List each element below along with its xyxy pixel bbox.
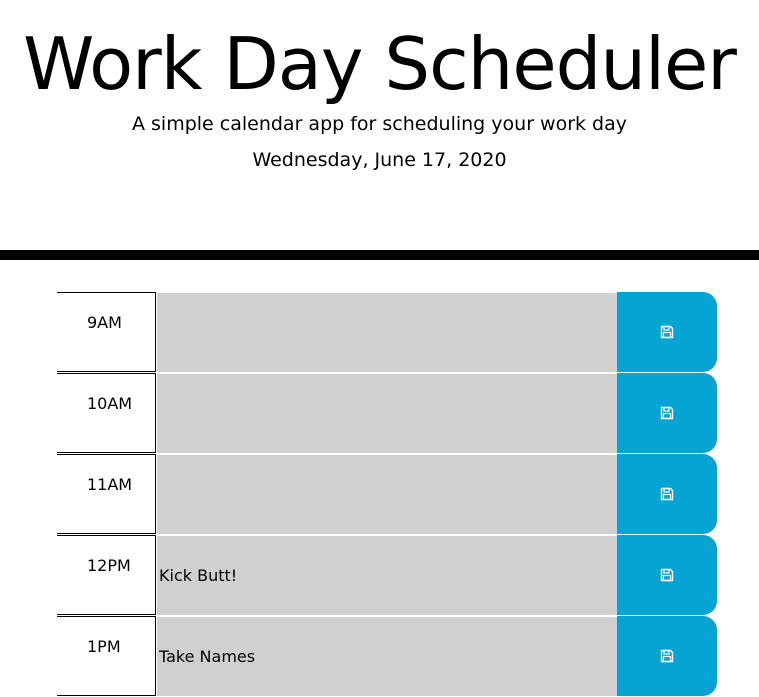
time-block-row: 11AM (57, 454, 717, 534)
hour-cell: 10AM (57, 373, 156, 453)
time-block-row: 9AM (57, 292, 717, 372)
save-button[interactable] (617, 454, 717, 534)
save-button[interactable] (617, 535, 717, 615)
time-block-row: 1PM Take Names (57, 616, 717, 696)
hour-cell: 9AM (57, 292, 156, 372)
page-subtitle: A simple calendar app for scheduling you… (131, 113, 628, 135)
task-textarea[interactable]: Kick Butt! (157, 535, 617, 615)
save-icon (660, 649, 674, 663)
save-icon (660, 325, 674, 339)
hour-label: 10AM (87, 394, 133, 413)
task-textarea[interactable] (157, 292, 617, 372)
hour-label: 11AM (87, 475, 133, 494)
save-button[interactable] (617, 292, 717, 372)
hour-label: 1PM (87, 637, 121, 656)
header-divider (0, 250, 759, 260)
save-icon (660, 568, 674, 582)
task-text: Take Names (159, 647, 256, 666)
task-textarea[interactable] (157, 373, 617, 453)
jumbotron-header: Work Day Scheduler A simple calendar app… (0, 0, 759, 250)
task-text: Kick Butt! (159, 566, 238, 585)
task-textarea[interactable]: Take Names (157, 616, 617, 696)
save-icon (660, 487, 674, 501)
hour-cell: 1PM (57, 616, 156, 696)
save-icon (660, 406, 674, 420)
time-block-row: 10AM (57, 373, 717, 453)
schedule-container: 9AM 10AM 11AM 12PM Kick Butt! 1PM Take N… (57, 292, 717, 697)
hour-label: 12PM (87, 556, 131, 575)
task-textarea[interactable] (157, 454, 617, 534)
hour-cell: 12PM (57, 535, 156, 615)
save-button[interactable] (617, 616, 717, 696)
hour-label: 9AM (87, 313, 122, 332)
page-title: Work Day Scheduler (23, 22, 737, 106)
hour-cell: 11AM (57, 454, 156, 534)
save-button[interactable] (617, 373, 717, 453)
time-block-row: 12PM Kick Butt! (57, 535, 717, 615)
current-day: Wednesday, June 17, 2020 (252, 149, 507, 171)
